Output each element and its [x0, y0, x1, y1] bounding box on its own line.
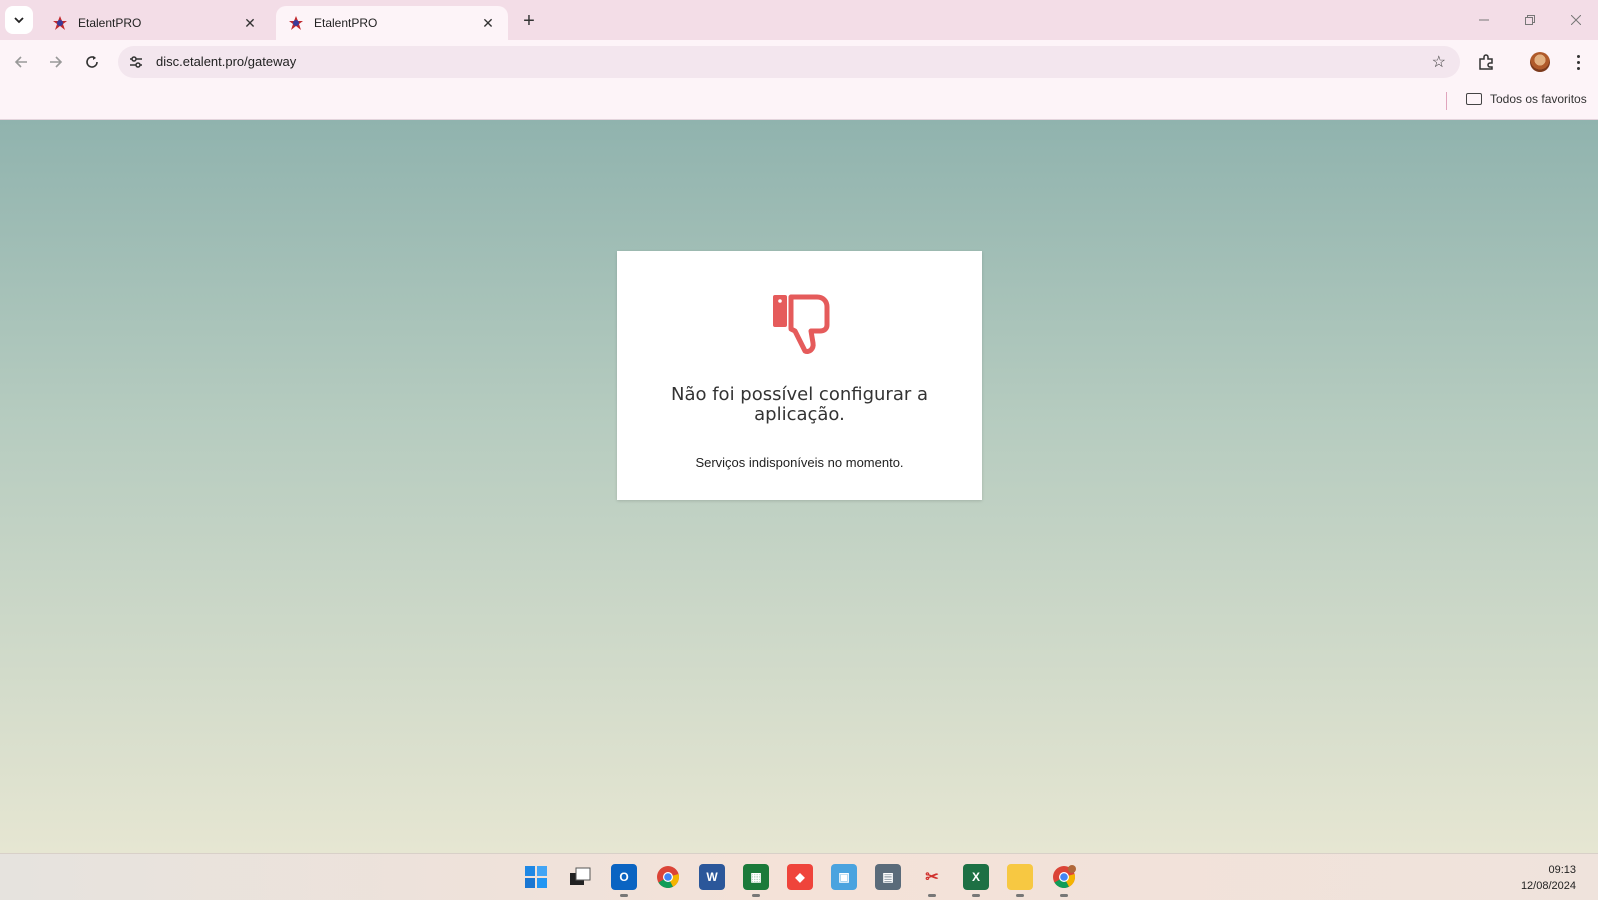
- page-content: Não foi possível configurar a aplicação.…: [0, 120, 1598, 853]
- chevron-down-icon: [14, 17, 24, 24]
- clock-date: 12/08/2024: [1520, 880, 1576, 892]
- tab-strip: EtalentPRO ✕ EtalentPRO ✕ +: [0, 0, 1598, 40]
- all-bookmarks-button[interactable]: Todos os favoritos: [1466, 92, 1587, 106]
- etalent-favicon-icon: [288, 15, 304, 31]
- file-explorer-icon[interactable]: [1007, 864, 1033, 890]
- tab-etalent-1[interactable]: EtalentPRO ✕: [40, 6, 270, 40]
- tab-etalent-2[interactable]: EtalentPRO ✕: [276, 6, 508, 40]
- error-subtitle: Serviços indisponíveis no momento.: [695, 455, 904, 470]
- reload-icon[interactable]: [78, 48, 106, 76]
- address-bar[interactable]: disc.etalent.pro/gateway ☆: [118, 46, 1460, 78]
- taskbar: O W ▦ ◆ ▣ ▤ ✂ X 09:13 12/08/2024: [0, 853, 1598, 900]
- chrome-profile-icon[interactable]: [1051, 864, 1077, 890]
- system-clock[interactable]: 09:13 12/08/2024: [1521, 862, 1576, 894]
- running-indicator: [1060, 894, 1068, 897]
- running-indicator: [620, 894, 628, 897]
- profile-avatar[interactable]: [1530, 52, 1550, 72]
- green-app-icon[interactable]: ▦: [743, 864, 769, 890]
- bookmarks-separator: [1446, 92, 1447, 110]
- thumbs-down-icon: [773, 294, 830, 354]
- control-panel-icon[interactable]: ▣: [831, 864, 857, 890]
- anydesk-icon[interactable]: ◆: [787, 864, 813, 890]
- site-info-icon[interactable]: [126, 52, 146, 72]
- browser-menu-icon[interactable]: [1568, 50, 1588, 74]
- excel-icon[interactable]: X: [963, 864, 989, 890]
- bookmarks-bar: Todos os favoritos: [0, 84, 1598, 120]
- close-window-icon[interactable]: [1556, 8, 1596, 32]
- clock-time: 09:13: [1548, 864, 1576, 876]
- error-title: Não foi possível configurar a aplicação.: [670, 384, 929, 425]
- task-view-icon[interactable]: [567, 864, 593, 890]
- all-bookmarks-label: Todos os favoritos: [1490, 92, 1587, 106]
- tab-title: EtalentPRO: [314, 16, 378, 30]
- running-indicator: [752, 894, 760, 897]
- restore-icon[interactable]: [1510, 8, 1550, 32]
- tab-search-button[interactable]: [5, 6, 33, 34]
- tab-close-icon[interactable]: ✕: [242, 15, 258, 32]
- browser-toolbar: disc.etalent.pro/gateway ☆: [0, 40, 1598, 84]
- tab-close-icon[interactable]: ✕: [480, 15, 496, 32]
- windows-start-icon[interactable]: [523, 864, 549, 890]
- minimize-icon[interactable]: [1464, 8, 1504, 32]
- running-indicator: [928, 894, 936, 897]
- etalent-favicon-icon: [52, 15, 68, 31]
- running-indicator: [1016, 894, 1024, 897]
- url-text[interactable]: disc.etalent.pro/gateway: [156, 54, 296, 69]
- forward-arrow-icon[interactable]: [42, 48, 70, 76]
- back-arrow-icon[interactable]: [7, 48, 35, 76]
- outlook-icon[interactable]: O: [611, 864, 637, 890]
- tab-title: EtalentPRO: [78, 16, 142, 30]
- running-indicator: [972, 894, 980, 897]
- calculator-icon[interactable]: ▤: [875, 864, 901, 890]
- snipping-tool-icon[interactable]: ✂: [919, 864, 945, 890]
- chrome-icon[interactable]: [655, 864, 681, 890]
- extensions-icon[interactable]: [1474, 50, 1498, 74]
- new-tab-plus-icon[interactable]: +: [516, 8, 542, 34]
- error-card: Não foi possível configurar a aplicação.…: [617, 251, 982, 500]
- folder-icon: [1466, 93, 1482, 105]
- bookmark-star-icon[interactable]: ☆: [1432, 52, 1446, 72]
- word-icon[interactable]: W: [699, 864, 725, 890]
